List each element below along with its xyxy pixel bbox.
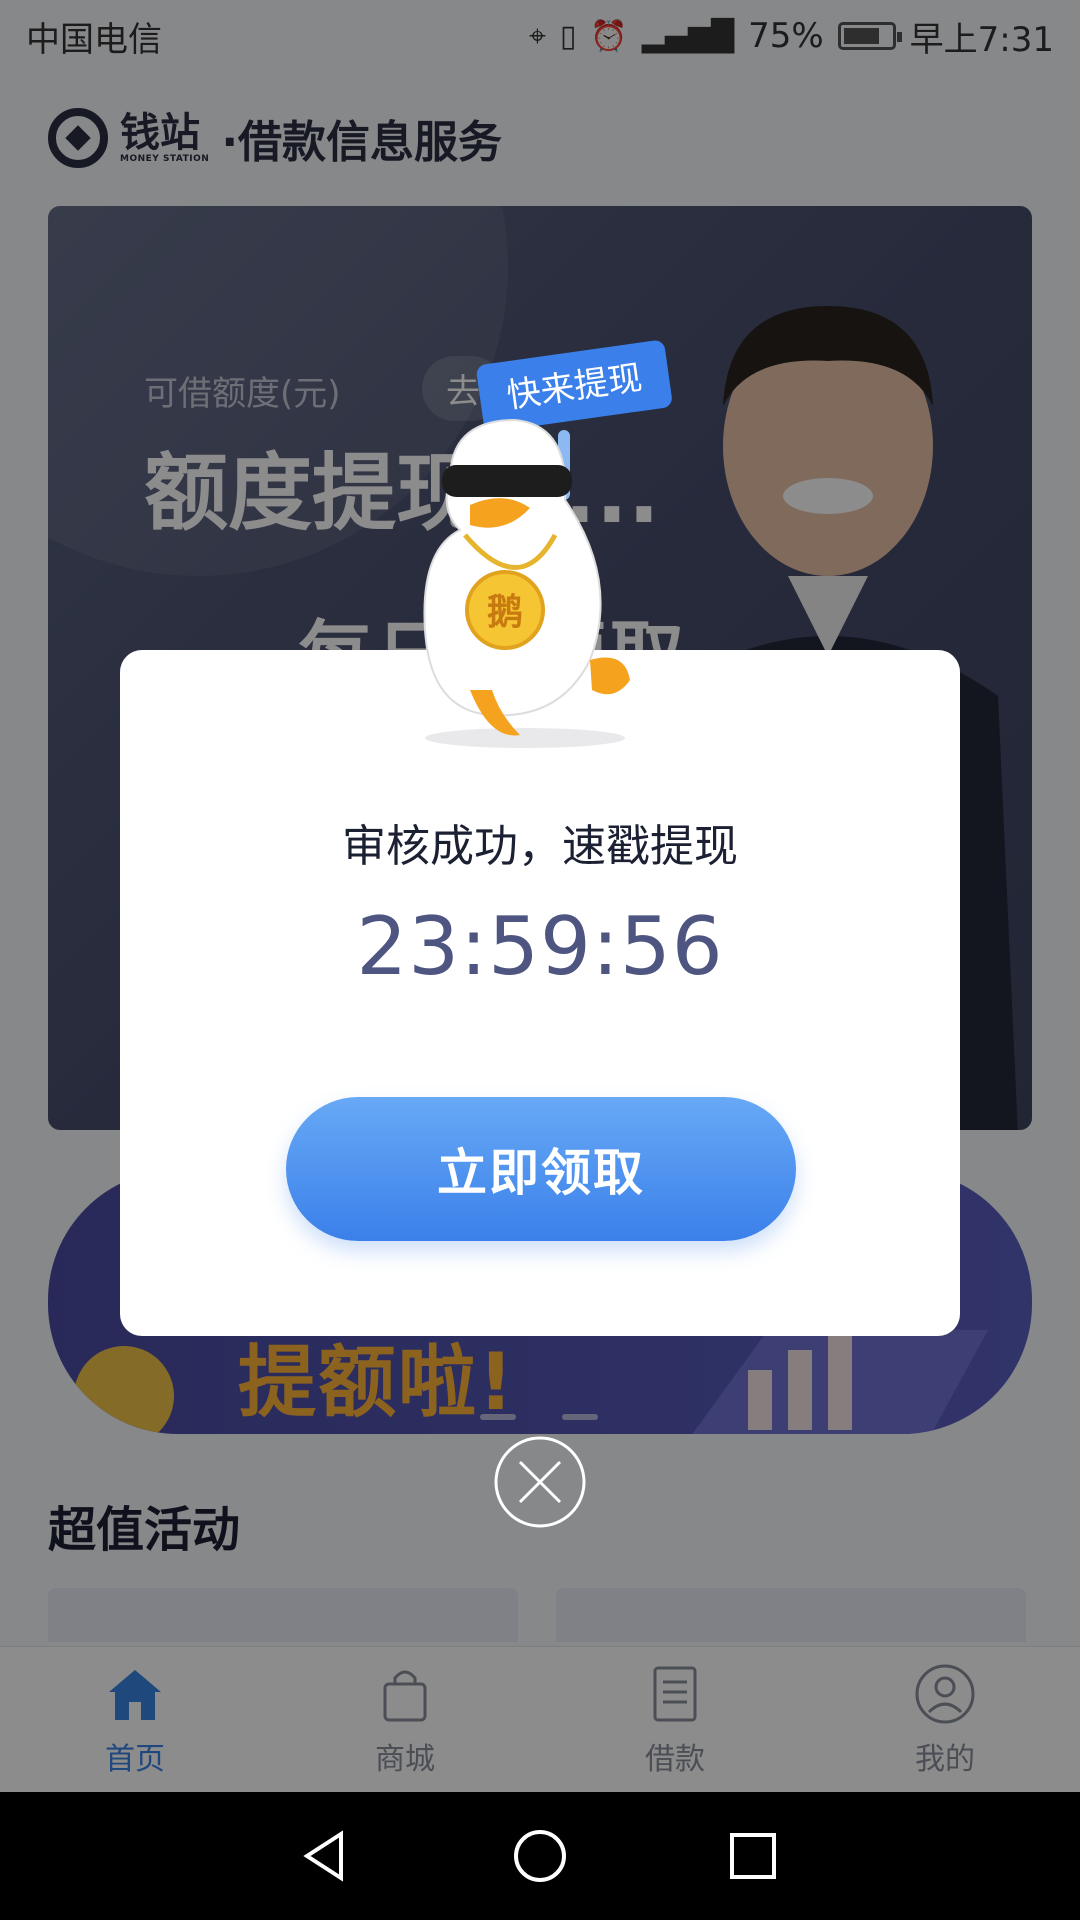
modal-title: 审核成功，速戳提现: [342, 821, 738, 872]
countdown-timer: 23:59:56: [356, 900, 724, 993]
duck-mascot-icon: 快来提现 鹅: [423, 340, 672, 748]
back-icon[interactable]: [297, 1826, 357, 1886]
recents-icon[interactable]: [723, 1826, 783, 1886]
claim-now-button[interactable]: 立即领取: [286, 1097, 796, 1241]
system-nav-bar: [0, 1792, 1080, 1920]
close-button[interactable]: [492, 1434, 588, 1530]
medal-text: 鹅: [487, 592, 523, 633]
home-button-icon[interactable]: [510, 1826, 570, 1886]
withdraw-modal: 审核成功，速戳提现 23:59:56 立即领取: [120, 650, 960, 1336]
